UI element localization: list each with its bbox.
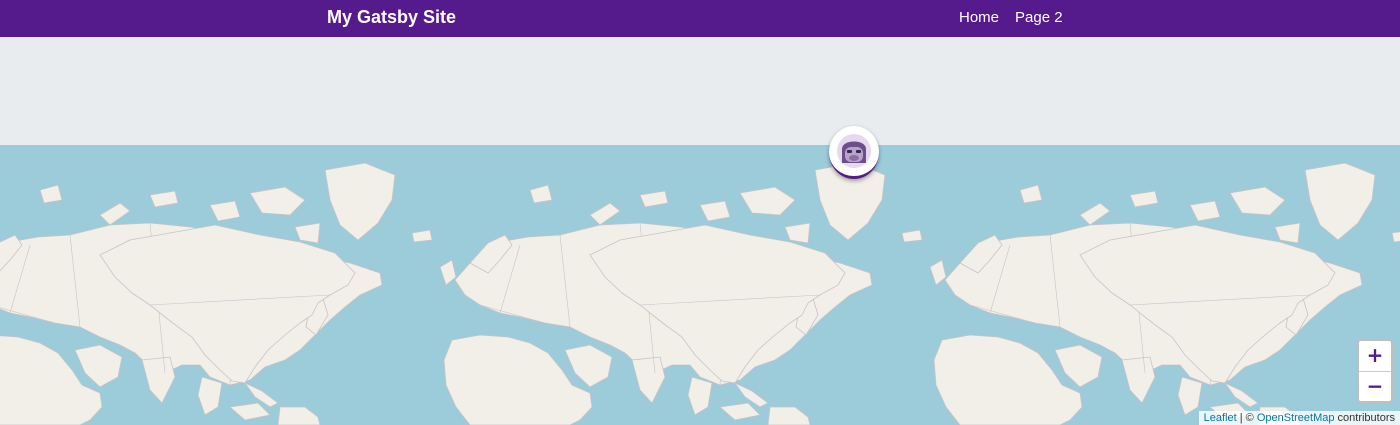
zoom-in-button[interactable]: + xyxy=(1359,341,1391,371)
openstreetmap-link[interactable]: OpenStreetMap xyxy=(1257,412,1335,424)
attribution-separator: | © xyxy=(1236,412,1257,424)
attribution-suffix: contributors xyxy=(1334,412,1395,424)
nav-link-page-2[interactable]: Page 2 xyxy=(1015,9,1063,26)
zoom-control: + − xyxy=(1357,339,1393,403)
map-tiles xyxy=(0,162,1400,425)
nav-link-home[interactable]: Home xyxy=(959,9,999,26)
leaflet-link[interactable]: Leaflet xyxy=(1204,412,1237,424)
map-marker[interactable] xyxy=(829,126,879,179)
gorilla-avatar-icon xyxy=(837,134,871,168)
site-header: My Gatsby Site Home Page 2 xyxy=(0,0,1400,37)
world-map[interactable]: + − Leaflet | © OpenStreetMap contributo… xyxy=(0,37,1400,425)
main-nav: Home Page 2 xyxy=(959,9,1063,26)
site-title-link[interactable]: My Gatsby Site xyxy=(327,7,456,28)
map-attribution: Leaflet | © OpenStreetMap contributors xyxy=(1198,411,1400,425)
zoom-out-button[interactable]: − xyxy=(1359,371,1391,401)
